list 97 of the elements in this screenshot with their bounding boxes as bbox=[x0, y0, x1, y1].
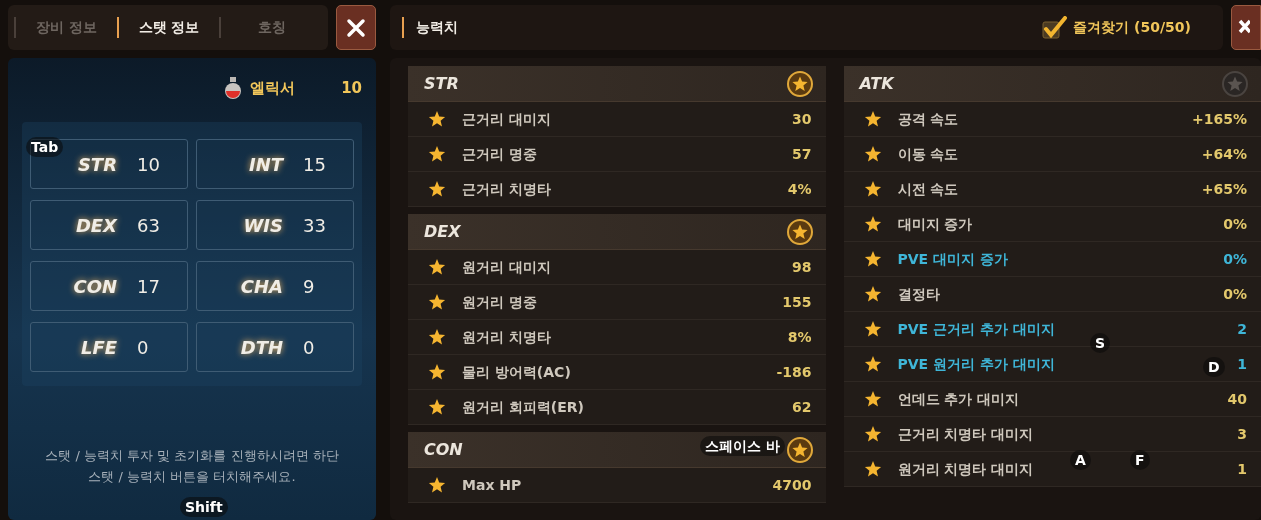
star-icon bbox=[863, 320, 882, 338]
stat-name: WIS bbox=[242, 213, 283, 238]
stat-value: 2 bbox=[1237, 319, 1247, 339]
star-icon bbox=[863, 215, 882, 233]
stat-label: 근거리 대미지 bbox=[462, 109, 551, 129]
star-icon bbox=[428, 363, 446, 381]
section-title: CON bbox=[424, 438, 463, 461]
stat-value: 1 bbox=[1237, 354, 1247, 374]
key-hint: A bbox=[1070, 450, 1091, 470]
stat-value: +65% bbox=[1201, 179, 1247, 199]
star-icon bbox=[863, 355, 882, 373]
stat-label: 원거리 명중 bbox=[462, 292, 537, 312]
stat-label: Max HP bbox=[462, 475, 522, 495]
stat-label: 근거리 치명타 대미지 bbox=[897, 424, 1034, 444]
star-icon bbox=[428, 145, 446, 163]
notice-text: 스탯 / 능력치 투자 및 초기화를 진행하시려면 하단 스탯 / 능력치 버튼을 터치해주세요. bbox=[44, 447, 340, 486]
star-icon bbox=[863, 460, 882, 478]
stat-value: 0% bbox=[1223, 249, 1247, 269]
elixir-count: 10 bbox=[341, 77, 362, 99]
stat-label: 언데드 추가 대미지 bbox=[897, 389, 1020, 409]
stat-name: DTH bbox=[239, 335, 283, 360]
stat-value: +165% bbox=[1192, 109, 1247, 129]
star-icon bbox=[863, 285, 882, 303]
stat-value: 17 bbox=[137, 274, 160, 299]
stat-label: 원거리 치명타 대미지 bbox=[897, 459, 1034, 479]
star-icon bbox=[428, 293, 446, 311]
stat-name: DEX bbox=[74, 213, 117, 238]
stat-label: 시전 속도 bbox=[897, 179, 959, 199]
stat-label: 원거리 대미지 bbox=[462, 257, 551, 277]
stat-label: PVE 원거리 추가 대미지 bbox=[897, 354, 1055, 374]
stat-value: 3 bbox=[1237, 424, 1247, 444]
star-icon bbox=[428, 398, 446, 416]
star-icon bbox=[863, 390, 882, 408]
key-hint: 스페이스 바 bbox=[700, 436, 785, 456]
key-hint: Tab bbox=[26, 137, 64, 157]
stat-value: 4% bbox=[787, 179, 812, 199]
stat-value: 155 bbox=[782, 292, 812, 312]
stat-value: -186 bbox=[776, 362, 812, 382]
star-icon bbox=[428, 328, 446, 346]
stat-label: 공격 속도 bbox=[897, 109, 959, 129]
stat-value: 33 bbox=[303, 213, 326, 238]
favorites-label[interactable]: 즐겨찾기 (50/50) bbox=[1073, 17, 1191, 38]
stat-name: STR bbox=[76, 152, 117, 177]
star-icon bbox=[863, 425, 882, 443]
stat-value: 0% bbox=[1223, 214, 1247, 234]
stat-label: PVE 대미지 증가 bbox=[897, 249, 1008, 269]
elixir-label: 엘릭서 bbox=[250, 77, 296, 99]
stat-value: 10 bbox=[137, 152, 160, 177]
stat-name: INT bbox=[247, 152, 283, 177]
stat-value: 30 bbox=[792, 109, 812, 129]
stat-name: CHA bbox=[239, 274, 283, 299]
stat-value: 8% bbox=[787, 327, 812, 347]
star-icon bbox=[863, 250, 882, 268]
stat-value: 0 bbox=[303, 335, 315, 360]
stat-label: 원거리 회피력(ER) bbox=[462, 397, 584, 417]
key-hint: F bbox=[1130, 450, 1150, 470]
stat-label: 원거리 치명타 bbox=[462, 327, 551, 347]
close-icon bbox=[346, 17, 366, 38]
star-icon bbox=[428, 258, 446, 276]
close-button[interactable] bbox=[1231, 5, 1261, 50]
stat-label: 물리 방어력(AC) bbox=[462, 362, 571, 382]
star-icon bbox=[428, 180, 446, 198]
stat-label: 근거리 치명타 bbox=[462, 179, 551, 199]
stat-value: 0% bbox=[1223, 284, 1247, 304]
checkbox[interactable] bbox=[1041, 15, 1068, 40]
stat-label: 근거리 명중 bbox=[462, 144, 537, 164]
stat-value: 15 bbox=[303, 152, 326, 177]
stat-value: 4700 bbox=[772, 475, 812, 495]
stat-name: LFE bbox=[79, 335, 117, 360]
stat-value: 63 bbox=[137, 213, 160, 238]
star-icon bbox=[428, 110, 446, 128]
section-title: STR bbox=[424, 72, 459, 95]
key-hint: D bbox=[1203, 357, 1225, 377]
star-icon bbox=[863, 180, 882, 198]
panel-title: 능력치 bbox=[402, 17, 458, 38]
stat-label: PVE 근거리 추가 대미지 bbox=[897, 319, 1055, 339]
stat-label: 대미지 증가 bbox=[897, 214, 973, 234]
close-button[interactable] bbox=[336, 5, 376, 50]
star-icon bbox=[863, 110, 882, 128]
stat-value: 57 bbox=[792, 144, 812, 164]
stat-value: 1 bbox=[1237, 459, 1247, 479]
stat-value: +64% bbox=[1201, 144, 1247, 164]
tab[interactable]: 스탯 정보 bbox=[116, 17, 220, 38]
star-icon bbox=[428, 476, 446, 494]
section-title: ATK bbox=[859, 72, 894, 95]
key-hint: Shift bbox=[180, 497, 228, 517]
section-title: DEX bbox=[424, 220, 461, 243]
stat-value: 98 bbox=[792, 257, 812, 277]
stat-name: CON bbox=[72, 274, 117, 299]
stat-label: 이동 속도 bbox=[897, 144, 959, 164]
key-hint: S bbox=[1090, 333, 1111, 353]
star-icon bbox=[863, 145, 882, 163]
stat-value: 9 bbox=[303, 274, 315, 299]
stat-value: 40 bbox=[1227, 389, 1247, 409]
stat-label: 결정타 bbox=[897, 284, 940, 304]
stat-value: 0 bbox=[137, 335, 149, 360]
stat-value: 62 bbox=[792, 397, 812, 417]
